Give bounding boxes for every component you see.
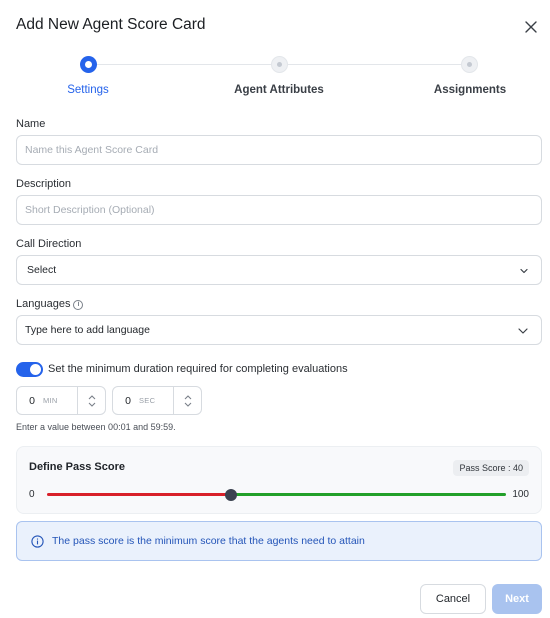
call-direction-label: Call Direction bbox=[16, 238, 82, 250]
call-direction-value: Select bbox=[27, 264, 57, 276]
step-indicator-assignments[interactable] bbox=[461, 56, 478, 73]
languages-placeholder: Type here to add language bbox=[25, 324, 150, 336]
name-input[interactable]: Name this Agent Score Card bbox=[16, 135, 542, 165]
minutes-value[interactable]: 0 bbox=[21, 395, 43, 407]
name-placeholder: Name this Agent Score Card bbox=[25, 144, 159, 156]
stepper-connector bbox=[288, 64, 461, 65]
seconds-unit: SEC bbox=[139, 396, 156, 405]
duration-hint: Enter a value between 00:01 and 59:59. bbox=[16, 422, 176, 432]
name-label: Name bbox=[16, 118, 46, 130]
chevron-up-icon[interactable] bbox=[88, 394, 96, 400]
call-direction-select[interactable]: Select bbox=[16, 255, 542, 285]
pass-score-badge: Pass Score : 40 bbox=[453, 460, 529, 476]
minutes-stepper[interactable]: 0 MIN bbox=[16, 386, 106, 415]
chevron-down-icon[interactable] bbox=[184, 402, 192, 407]
min-duration-label: Set the minimum duration required for co… bbox=[48, 363, 348, 375]
min-duration-toggle[interactable] bbox=[16, 362, 43, 377]
step-label-assignments[interactable]: Assignments bbox=[434, 84, 506, 96]
languages-input[interactable]: Type here to add language bbox=[16, 315, 542, 345]
chevron-down-icon[interactable] bbox=[88, 402, 96, 407]
chevron-down-icon bbox=[518, 328, 528, 334]
info-circle-icon bbox=[31, 534, 44, 548]
slider-track-fail[interactable] bbox=[47, 493, 231, 496]
seconds-arrows[interactable] bbox=[173, 387, 201, 414]
pass-score-title: Define Pass Score bbox=[29, 461, 125, 473]
step-indicator-settings[interactable] bbox=[80, 56, 97, 73]
chevron-down-icon bbox=[520, 268, 528, 274]
languages-label-row: Languages i bbox=[16, 298, 84, 310]
info-icon[interactable]: i bbox=[73, 300, 84, 310]
step-indicator-agent-attributes[interactable] bbox=[271, 56, 288, 73]
languages-label: Languages bbox=[16, 298, 71, 310]
stepper-connector bbox=[97, 64, 271, 65]
pass-score-card: Define Pass Score Pass Score : 40 0 100 bbox=[16, 446, 542, 514]
pass-score-slider-thumb[interactable] bbox=[224, 489, 237, 501]
cancel-button[interactable]: Cancel bbox=[420, 584, 486, 614]
minutes-arrows[interactable] bbox=[77, 387, 105, 414]
pass-score-notice-text: The pass score is the minimum score that… bbox=[52, 535, 365, 547]
minutes-unit: MIN bbox=[43, 396, 58, 405]
description-label: Description bbox=[16, 178, 72, 190]
next-button[interactable]: Next bbox=[492, 584, 542, 614]
slider-min-label: 0 bbox=[29, 489, 35, 500]
pass-score-notice: The pass score is the minimum score that… bbox=[16, 521, 542, 561]
seconds-value[interactable]: 0 bbox=[117, 395, 139, 407]
close-icon[interactable] bbox=[522, 18, 540, 36]
dialog-title: Add New Agent Score Card bbox=[16, 16, 206, 33]
step-label-agent-attributes[interactable]: Agent Attributes bbox=[234, 84, 324, 96]
seconds-stepper[interactable]: 0 SEC bbox=[112, 386, 202, 415]
chevron-up-icon[interactable] bbox=[184, 394, 192, 400]
description-input[interactable]: Short Description (Optional) bbox=[16, 195, 542, 225]
step-label-settings[interactable]: Settings bbox=[67, 84, 109, 96]
slider-max-label: 100 bbox=[512, 489, 529, 500]
description-placeholder: Short Description (Optional) bbox=[25, 204, 155, 216]
slider-track-pass[interactable] bbox=[230, 493, 506, 496]
